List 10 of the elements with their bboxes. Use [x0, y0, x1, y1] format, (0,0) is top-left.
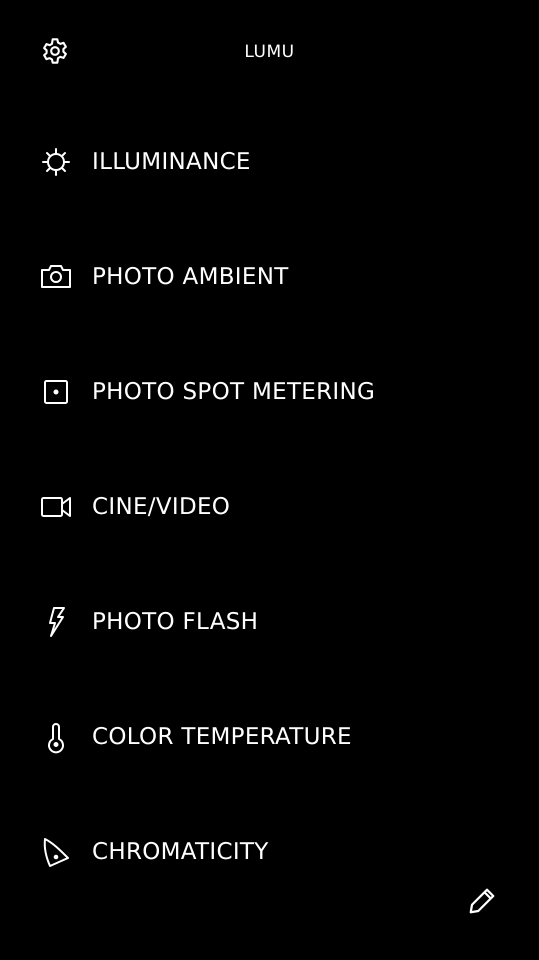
edit-icon[interactable] — [467, 886, 497, 916]
mode-item[interactable]: CINE/VIDEO — [0, 449, 539, 564]
mode-item[interactable]: PHOTO SPOT METERING — [0, 334, 539, 449]
mode-item[interactable]: PHOTO AMBIENT — [0, 219, 539, 334]
mode-item[interactable]: PHOTO FLASH — [0, 564, 539, 679]
settings-icon[interactable] — [41, 37, 69, 65]
mode-item[interactable]: COLOR TEMPERATURE — [0, 679, 539, 794]
mode-item[interactable]: ILLUMINANCE — [0, 104, 539, 219]
app-title: LUMU — [244, 42, 295, 62]
mode-item[interactable]: CHROMATICITY — [0, 794, 539, 909]
